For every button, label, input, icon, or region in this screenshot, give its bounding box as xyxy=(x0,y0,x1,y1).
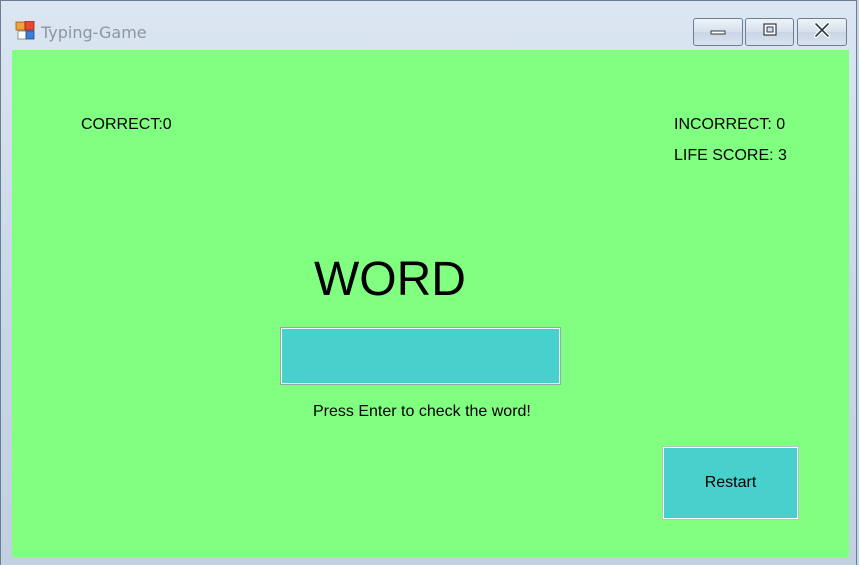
close-button[interactable] xyxy=(797,18,847,46)
correct-label: CORRECT:0 xyxy=(81,116,172,133)
life-score-label: LIFE SCORE: 3 xyxy=(674,147,787,164)
window-title: Typing-Game xyxy=(41,23,147,42)
game-panel: CORRECT:0 INCORRECT: 0 LIFE SCORE: 3 WOR… xyxy=(12,50,849,557)
restart-button[interactable]: Restart xyxy=(662,446,799,520)
app-window: Typing-Game CORRECT:0 INCORRECT: 0 LIFE … xyxy=(0,0,857,565)
incorrect-label: INCORRECT: 0 xyxy=(674,116,786,133)
maximize-icon xyxy=(762,22,778,42)
maximize-button[interactable] xyxy=(745,18,794,46)
title-bar[interactable]: Typing-Game xyxy=(1,1,856,49)
minimize-icon xyxy=(710,23,726,41)
windows-form-icon xyxy=(15,20,35,41)
target-word: WORD xyxy=(314,253,466,306)
hint-label: Press Enter to check the word! xyxy=(313,403,531,420)
word-input[interactable] xyxy=(280,327,561,385)
minimize-button[interactable] xyxy=(693,18,743,46)
close-icon xyxy=(813,21,831,43)
